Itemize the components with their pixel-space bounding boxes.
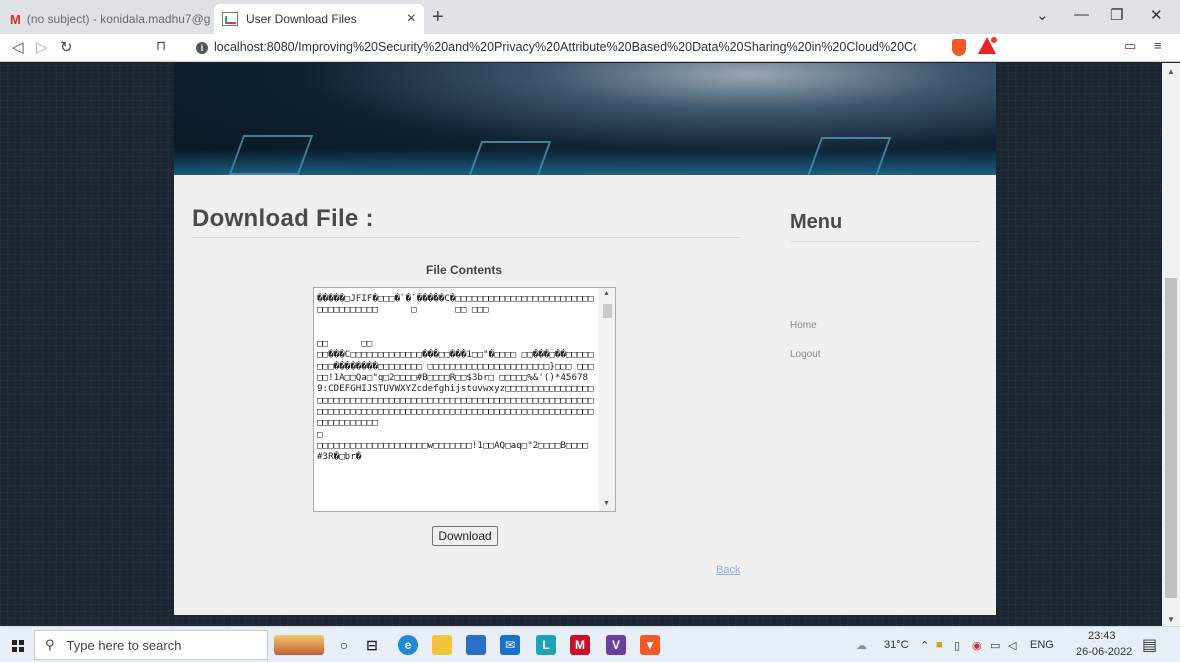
new-tab-button[interactable]: + <box>432 6 444 29</box>
brave-shield-icon[interactable] <box>952 39 966 56</box>
menu-item-logout[interactable]: Logout <box>790 349 821 360</box>
mcafee-icon[interactable]: M <box>570 635 590 655</box>
minimize-button[interactable]: — <box>1074 6 1089 23</box>
browser-menu-icon[interactable]: ≡ <box>1154 38 1162 53</box>
language-indicator[interactable]: ENG <box>1030 639 1054 651</box>
sidebar-toggle-icon[interactable]: ▭ <box>1124 38 1136 54</box>
vs-icon[interactable]: V <box>606 635 626 655</box>
menu-divider <box>790 241 980 242</box>
task-view-icon[interactable]: ⊟ <box>362 635 382 655</box>
scroll-down-icon[interactable]: ▼ <box>603 500 610 507</box>
mcafee-tray-icon[interactable]: ◉ <box>972 639 982 652</box>
mail-icon[interactable]: ✉ <box>500 635 520 655</box>
scroll-down-icon[interactable]: ▼ <box>1167 615 1175 624</box>
notification-dot-icon <box>990 36 998 44</box>
page-favicon-icon <box>222 12 238 26</box>
taskbar-search-box[interactable]: ⚲ Type here to search <box>34 630 268 660</box>
notifications-icon[interactable]: ▤ <box>1142 635 1157 655</box>
tray-chevron-icon[interactable]: ⌃ <box>920 639 929 652</box>
menu-item-home[interactable]: Home <box>790 320 817 331</box>
brave-browser-icon[interactable]: ▼ <box>640 635 660 655</box>
back-link[interactable]: Back <box>716 564 740 576</box>
news-widget-icon[interactable] <box>274 635 324 655</box>
taskbar-search-placeholder: Type here to search <box>66 637 182 653</box>
forward-nav-icon[interactable]: ▷ <box>36 38 48 56</box>
tab-user-download-files[interactable]: User Download Files × <box>214 4 424 34</box>
scroll-up-icon[interactable]: ▲ <box>1167 67 1175 76</box>
clock-date[interactable]: 26-06-2022 <box>1076 646 1132 658</box>
page-scrollbar[interactable]: ▲ ▼ <box>1162 63 1180 626</box>
menu-title: Menu <box>790 211 843 233</box>
windows-start-icon[interactable] <box>12 640 24 652</box>
url-field[interactable]: i localhost:8080/Improving%20Security%20a… <box>196 40 916 54</box>
clock-time[interactable]: 23:43 <box>1088 630 1116 642</box>
page-scroll-thumb[interactable] <box>1165 278 1177 598</box>
bookmark-icon[interactable]: ⊓ <box>156 38 166 54</box>
edge-icon[interactable]: e <box>398 635 418 655</box>
maximize-button[interactable]: ❐ <box>1110 6 1123 24</box>
tab-close-icon[interactable]: × <box>407 10 416 28</box>
weather-temp[interactable]: 31°C <box>884 639 909 651</box>
header-banner-image <box>174 63 996 175</box>
battery-icon[interactable]: ▯ <box>954 639 960 652</box>
back-nav-icon[interactable]: ◁ <box>12 38 24 56</box>
file-contents-label: File Contents <box>426 263 503 277</box>
title-divider <box>192 237 740 238</box>
scroll-up-icon[interactable]: ▲ <box>603 290 610 297</box>
main-content-panel: Download File : File Contents �����□JFIF… <box>174 175 996 615</box>
volume-icon[interactable]: ◁ <box>1008 639 1016 652</box>
address-bar-row: ◁ ▷ ↻ ⊓ i localhost:8080/Improving%20Secu… <box>0 34 1180 62</box>
page-viewport: Download File : File Contents �����□JFIF… <box>0 63 1162 626</box>
gmail-icon: M <box>10 11 21 27</box>
scroll-thumb[interactable] <box>603 304 612 318</box>
windows-taskbar: ⚲ Type here to search ○ ⊟ e ✉ L M V ▼ ☁ … <box>0 626 1180 662</box>
file-contents-textarea[interactable]: �����□JFIF�□□□�`�`�����C�□□□□□□□□□□□□□□□… <box>313 287 616 512</box>
cortana-icon[interactable]: ○ <box>334 635 354 655</box>
page-title: Download File : <box>192 205 374 232</box>
tab-search-chevron-icon[interactable]: ⌄ <box>1036 6 1049 24</box>
file-explorer-icon[interactable] <box>432 635 452 655</box>
url-text: localhost:8080/Improving%20Security%20an… <box>214 40 916 54</box>
network-icon[interactable]: ▭ <box>990 639 1000 652</box>
banner-glow <box>174 149 996 175</box>
site-info-icon[interactable]: i <box>196 42 208 54</box>
browser-tab-strip: M (no subject) - konidala.madhu7@gmai Us… <box>0 0 1180 34</box>
tab-title: User Download Files <box>246 12 357 26</box>
app-l-icon[interactable]: L <box>536 635 556 655</box>
tray-app-icon[interactable]: ■ <box>936 639 943 651</box>
tab-gmail[interactable]: M (no subject) - konidala.madhu7@gmai <box>10 4 210 34</box>
weather-icon[interactable]: ☁ <box>856 639 867 652</box>
file-contents-scrollbar[interactable]: ▲ ▼ <box>599 288 615 511</box>
reload-icon[interactable]: ↻ <box>60 38 73 56</box>
store-icon[interactable] <box>466 635 486 655</box>
search-icon: ⚲ <box>45 637 55 652</box>
tab-title: (no subject) - konidala.madhu7@gmai <box>26 12 210 26</box>
window-close-button[interactable]: ✕ <box>1150 6 1163 24</box>
download-button[interactable]: Download <box>432 526 498 546</box>
